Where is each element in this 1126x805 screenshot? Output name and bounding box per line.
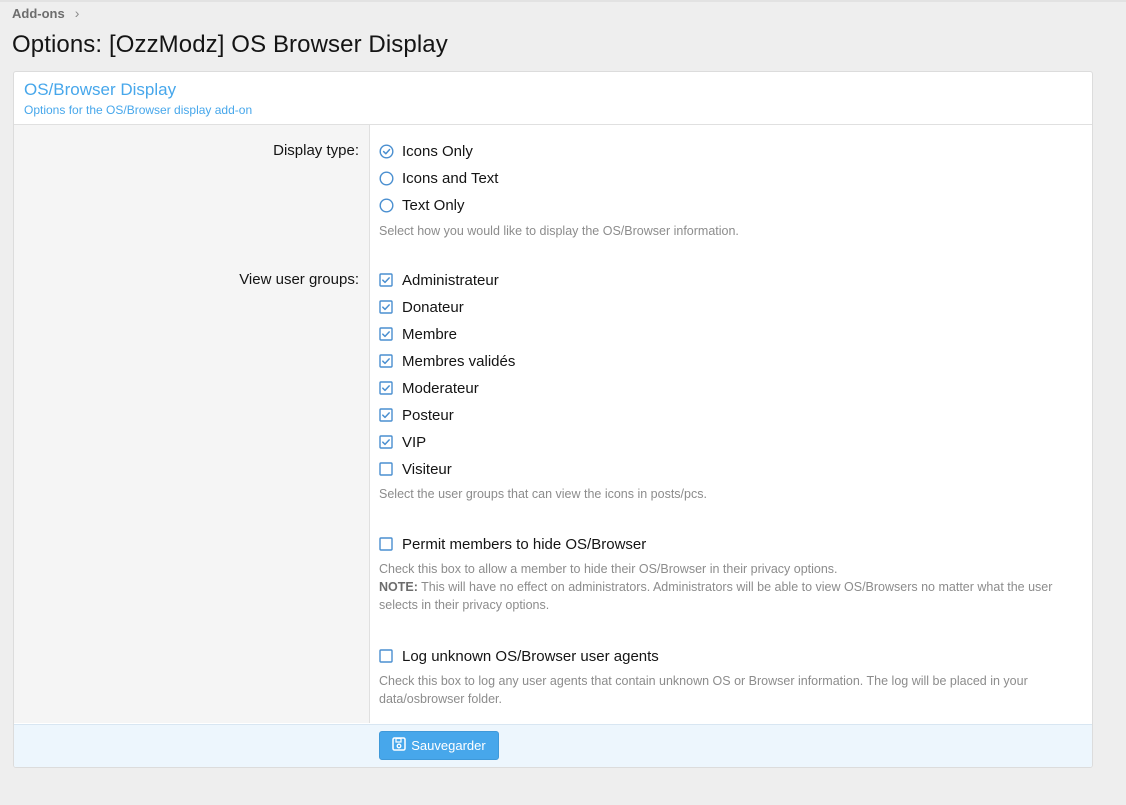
- note-label: NOTE:: [379, 580, 418, 594]
- user-group-label: VIP: [402, 433, 427, 451]
- user-group-label: Administrateur: [402, 271, 499, 289]
- permit-hide-checkbox[interactable]: Permit members to hide OS/Browser: [379, 534, 646, 554]
- display-type-hint: Select how you would like to display the…: [379, 224, 739, 238]
- note-text: This will have no effect on administrato…: [379, 580, 1053, 612]
- checkbox-empty-icon: [379, 536, 394, 552]
- checkbox-checked-icon: [379, 326, 394, 342]
- checkbox-empty-icon: [379, 648, 394, 664]
- user-group-checkbox[interactable]: VIP: [379, 432, 426, 452]
- user-groups-hint: Select the user groups that can view the…: [379, 487, 707, 501]
- radio-checked-icon: [379, 143, 394, 159]
- display-type-label: Display type:: [273, 142, 359, 159]
- log-unknown-checkbox[interactable]: Log unknown OS/Browser user agents: [379, 646, 659, 666]
- user-group-label: Membre: [402, 325, 458, 343]
- save-icon: [392, 737, 407, 754]
- user-group-checkbox[interactable]: Administrateur: [379, 270, 499, 290]
- user-group-label: Posteur: [402, 406, 454, 424]
- block-header: OS/Browser Display Options for the OS/Br…: [14, 72, 1092, 125]
- log-unknown-label: Log unknown OS/Browser user agents: [402, 647, 659, 665]
- permit-hide-note: NOTE: This will have no effect on admini…: [379, 578, 1084, 614]
- radio-empty-icon: [379, 197, 394, 213]
- permit-hide-hint: Check this box to allow a member to hide…: [379, 560, 1084, 614]
- user-group-checkbox[interactable]: Donateur: [379, 297, 464, 317]
- save-button-label: Sauvegarder: [411, 738, 486, 753]
- breadcrumb: Add-ons ›: [12, 5, 79, 21]
- chevron-right-icon: ›: [74, 5, 80, 21]
- block-description: Options for the OS/Browser display add-o…: [24, 103, 253, 117]
- checkbox-checked-icon: [379, 272, 394, 288]
- display-type-option-label: Text Only: [402, 196, 465, 214]
- checkbox-checked-icon: [379, 353, 394, 369]
- save-button[interactable]: Sauvegarder: [379, 731, 499, 760]
- user-group-checkbox[interactable]: Moderateur: [379, 378, 479, 398]
- display-type-radio[interactable]: Icons Only: [379, 141, 473, 161]
- checkbox-checked-icon: [379, 380, 394, 396]
- user-group-checkbox[interactable]: Posteur: [379, 405, 454, 425]
- user-group-checkbox[interactable]: Membre: [379, 324, 457, 344]
- permit-hide-label: Permit members to hide OS/Browser: [402, 535, 647, 553]
- display-type-option-label: Icons and Text: [402, 169, 499, 187]
- display-type-radio[interactable]: Icons and Text: [379, 168, 498, 188]
- display-type-radio[interactable]: Text Only: [379, 195, 465, 215]
- user-groups-label: View user groups:: [239, 271, 359, 288]
- permit-hide-hint-text: Check this box to allow a member to hide…: [379, 562, 838, 576]
- log-unknown-hint: Check this box to log any user agents th…: [379, 674, 1028, 706]
- user-group-label: Visiteur: [402, 460, 452, 478]
- form-footer: Sauvegarder: [14, 724, 1092, 767]
- form-body: Display type: Icons Only Icons and Text Te…: [14, 125, 1092, 723]
- user-group-checkbox[interactable]: Membres validés: [379, 351, 515, 371]
- user-group-label: Donateur: [402, 298, 464, 316]
- checkbox-checked-icon: [379, 434, 394, 450]
- page-title: Options: [OzzModz] OS Browser Display: [12, 31, 448, 58]
- checkbox-checked-icon: [379, 407, 394, 423]
- block-title: OS/Browser Display: [24, 80, 177, 99]
- user-group-label: Membres validés: [402, 352, 516, 370]
- display-type-option-label: Icons Only: [402, 142, 473, 160]
- checkbox-checked-icon: [379, 299, 394, 315]
- user-group-label: Moderateur: [402, 379, 479, 397]
- checkbox-empty-icon: [379, 461, 394, 477]
- top-border: [0, 0, 1126, 2]
- label-column: [14, 125, 370, 723]
- radio-empty-icon: [379, 170, 394, 186]
- breadcrumb-link-addons[interactable]: Add-ons: [12, 6, 65, 21]
- options-block: OS/Browser Display Options for the OS/Br…: [13, 71, 1093, 768]
- user-group-checkbox[interactable]: Visiteur: [379, 459, 452, 479]
